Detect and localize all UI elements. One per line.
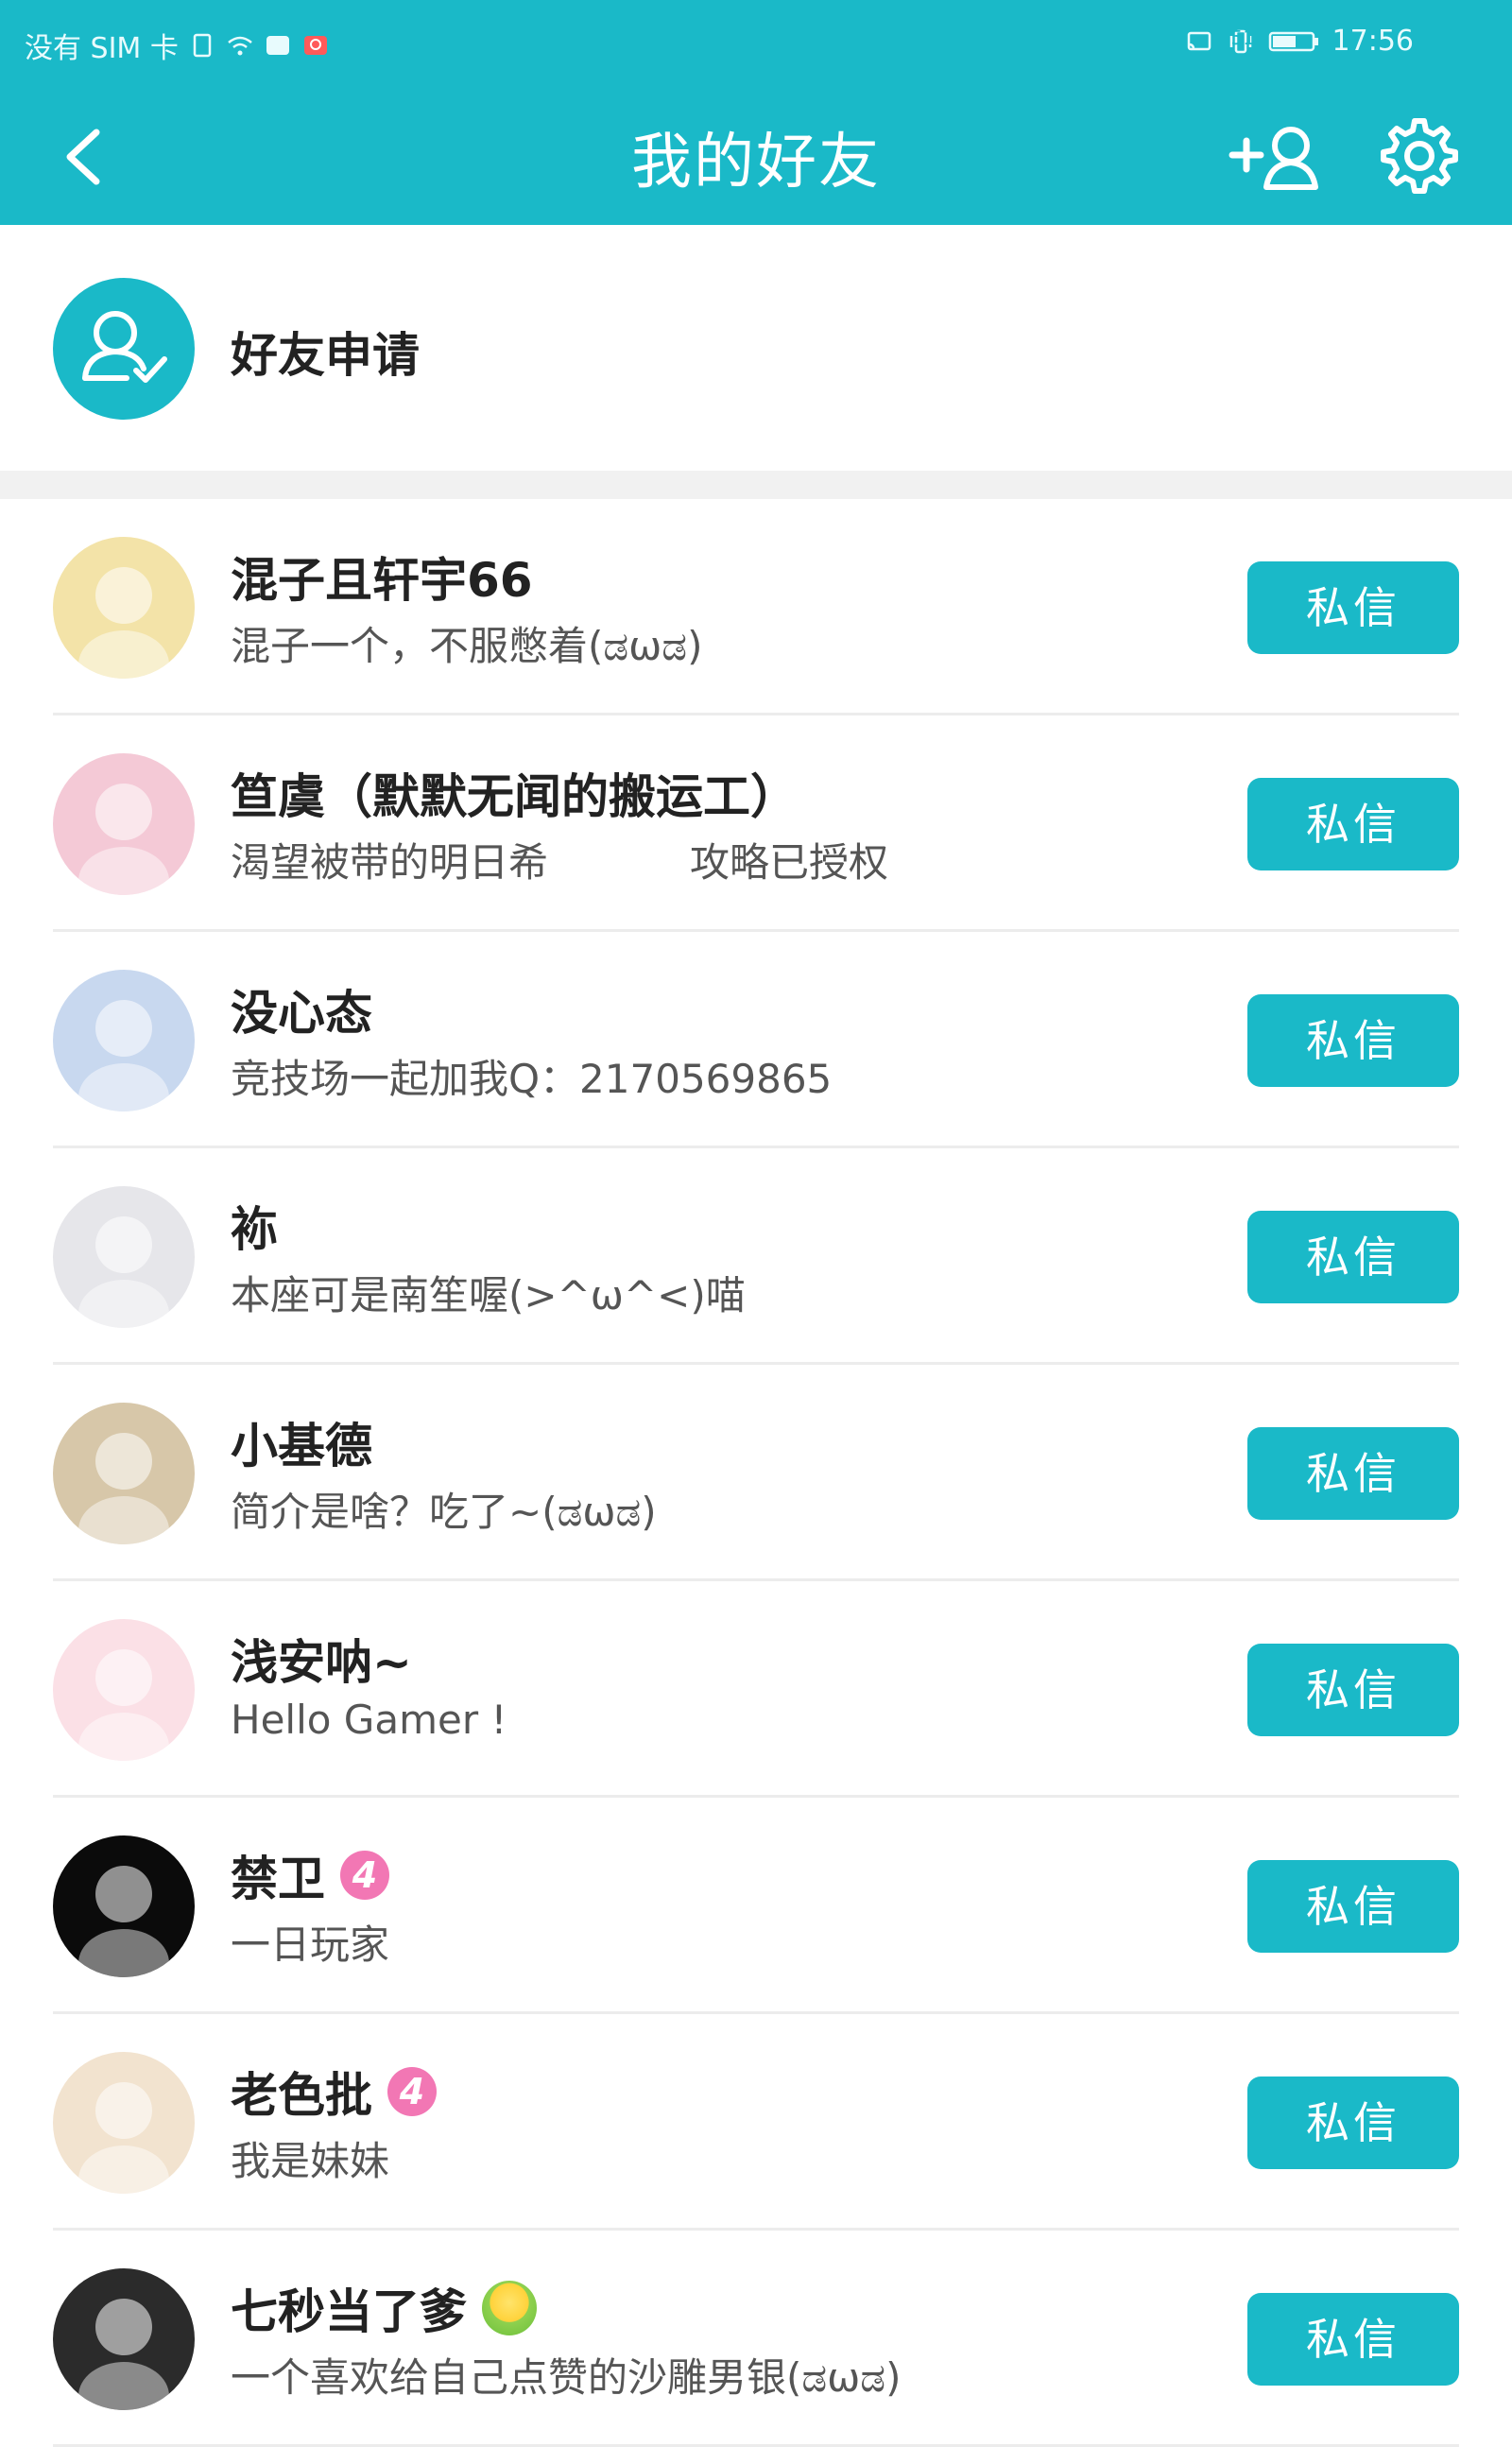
friend-avatar[interactable] [53,2268,195,2410]
avatar-image [78,2299,169,2410]
user-check-icon [82,311,167,383]
private-message-button[interactable]: 私信 [1247,2293,1459,2386]
avatar-image [78,567,169,679]
friend-bio: Hello Gamer ! [231,1697,507,1743]
friend-name-text: 混子且轩宇66 [231,553,533,608]
friend-name: 浅安呐~ [231,1625,412,1693]
friend-name-text: 袮 [231,1202,278,1257]
friend-bio-text: 竞技场一起加我Q：2170569865 [231,1056,833,1102]
friend-row[interactable]: 小基德简介是啥？吃了~(ಡωಡ) 私信 [0,1365,1512,1581]
friend-bio-text: 一日玩家 [231,1921,390,1968]
friend-bio: 一日玩家 [231,1913,389,1971]
friend-bio-text: 渴望被带的明日希 [231,839,549,886]
friend-name: 袮 [231,1192,278,1260]
friend-bio: 一个喜欢给自己点赞的沙雕男银(ಡωಡ) [231,2346,901,2404]
friend-avatar[interactable] [53,1403,195,1544]
friend-avatar[interactable] [53,1186,195,1328]
avatar-image [78,1000,169,1111]
friend-avatar[interactable] [53,2052,195,2194]
friend-bio-text: 我是妹妹 [231,2138,390,2184]
friend-list: 混子且轩宇66 混子一个，不服憋着(ಡωಡ) 私信 笪虞（默默无闻的搬运工） 渴望被带的… [0,499,1512,2447]
friend-avatar[interactable] [53,1835,195,1977]
private-message-button[interactable]: 私信 [1247,1860,1459,1953]
friend-bio: 简介是啥？吃了~(ಡωಡ) [231,1480,657,1538]
private-message-button[interactable]: 私信 [1247,2077,1459,2169]
friend-avatar[interactable] [53,753,195,895]
avatar-image [78,1866,169,1977]
friend-name: 七秒当了爹 [231,2274,537,2342]
friend-bio: 本座可是南笙喔(>^ω^<)喵 [231,1264,746,1321]
private-message-button[interactable]: 私信 [1247,778,1459,870]
friend-bio: 竞技场一起加我Q：2170569865 [231,1047,832,1105]
friend-avatar[interactable] [53,537,195,679]
friend-name-text: 七秒当了爹 [231,2284,467,2339]
friend-name: 混子且轩宇66 [231,543,533,611]
battery-icon [1268,31,1318,51]
game-notification-icon [303,36,327,55]
friend-request-avatar [53,278,195,420]
friend-row[interactable]: 老色批 4 我是妹妹 私信 [0,2014,1512,2231]
private-message-button[interactable]: 私信 [1247,1211,1459,1303]
friend-name: 小基德 [231,1408,372,1476]
friend-bio-text: Hello Gamer ! [231,1697,507,1743]
gear-icon[interactable] [1374,113,1459,198]
app-header: 我的好友 [0,85,1512,225]
friend-row[interactable]: 禁卫 4 一日玩家 私信 [0,1798,1512,2014]
friend-name-text: 笪虞（默默无闻的搬运工） [231,769,798,824]
avatar-image [78,2082,169,2194]
friend-name-text: 老色批 [231,2068,372,2123]
friend-name: 笪虞（默默无闻的搬运工） [231,759,798,827]
avatar-image [78,1216,169,1328]
friend-avatar[interactable] [53,970,195,1111]
friend-name: 老色批 4 [231,2058,437,2126]
battery-level: 51 [1230,26,1255,49]
friend-name: 禁卫 4 [231,1841,389,1909]
avatar-image [78,784,169,895]
friend-name-text: 没心态 [231,986,372,1041]
level-badge: 4 [340,1851,389,1900]
friend-bio-text: 简介是啥？吃了~(ಡωಡ) [231,1489,657,1535]
friend-request-label: 好友申请 [231,328,420,383]
friend-avatar[interactable] [53,1619,195,1761]
add-user-icon[interactable] [1228,117,1332,193]
friend-bio-text: 一个喜欢给自己点赞的沙雕男银(ಡωಡ) [231,2354,902,2401]
friend-row[interactable]: 笪虞（默默无闻的搬运工） 渴望被带的明日希 攻略已授权 私信 [0,715,1512,932]
carrier-text: 没有 SIM 卡 [25,32,179,65]
friend-name-text: 小基德 [231,1419,372,1473]
wifi-icon [228,36,252,56]
friend-row[interactable]: 袮本座可是南笙喔(>^ω^<)喵 私信 [0,1148,1512,1365]
status-right: 51 17:56 [1185,25,1414,58]
friend-bio: 我是妹妹 [231,2129,389,2187]
friend-row[interactable]: 混子且轩宇66 混子一个，不服憋着(ಡωಡ) 私信 [0,499,1512,715]
friend-bio-text: 本座可是南笙喔(>^ω^<)喵 [231,1272,746,1318]
friend-name: 没心态 [231,975,372,1043]
friend-name-text: 浅安呐~ [231,1635,412,1690]
friend-row[interactable]: 七秒当了爹一个喜欢给自己点赞的沙雕男银(ಡωಡ) 私信 [0,2231,1512,2447]
app-notification-icon [266,36,289,55]
sim-icon [193,33,212,58]
cast-icon [1187,31,1211,50]
avatar-image [78,1433,169,1544]
private-message-button[interactable]: 私信 [1247,1427,1459,1520]
private-message-button[interactable]: 私信 [1247,994,1459,1087]
friend-bio: 混子一个，不服憋着(ಡωಡ) [231,614,702,672]
friend-name-text: 禁卫 [231,1852,325,1906]
friend-request-row[interactable]: 好友申请 [0,225,1512,471]
avatar-image [78,1649,169,1761]
friend-bio-text: 混子一个，不服憋着(ಡωಡ) [231,623,703,669]
level-badge: 4 [387,2067,437,2116]
status-bar: 没有 SIM 卡 51 17:56 [0,0,1512,85]
friend-bio: 渴望被带的明日希 攻略已授权 [231,831,888,888]
section-divider [0,471,1512,499]
private-message-button[interactable]: 私信 [1247,561,1459,654]
friend-bio-extra: 攻略已授权 [690,839,889,886]
friend-row[interactable]: 没心态竞技场一起加我Q：2170569865 私信 [0,932,1512,1148]
avatar-decoration-icon [482,2281,537,2335]
private-message-button[interactable]: 私信 [1247,1644,1459,1736]
friend-row[interactable]: 浅安呐~ Hello Gamer ! 私信 [0,1581,1512,1798]
status-left: 没有 SIM 卡 [25,25,330,66]
clock: 17:56 [1332,25,1414,58]
